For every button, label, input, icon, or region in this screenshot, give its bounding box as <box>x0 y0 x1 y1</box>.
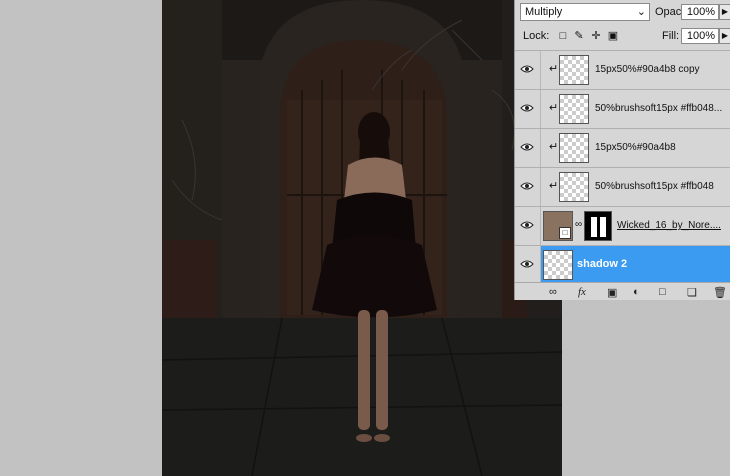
clipping-arrow-icon: ↵ <box>549 141 559 153</box>
layers-panel-footer: ∞ fx ▣ ◐ □ ❏ 🗑 <box>515 282 730 300</box>
blend-mode-select[interactable]: Multiply ⌄ <box>520 3 650 21</box>
blend-mode-value: Multiply <box>525 6 563 18</box>
eye-icon <box>520 143 534 151</box>
mask-link-icon[interactable]: ∞ <box>575 219 582 230</box>
layer-mask-thumbnail[interactable] <box>584 211 612 241</box>
layer-name[interactable]: 15px50%#90a4b8 <box>595 142 727 153</box>
eye-icon <box>520 104 534 112</box>
lock-all-icon[interactable]: ▣ <box>607 30 619 42</box>
layer-row[interactable]: □ ∞ Wicked_16_by_Nore.... <box>515 206 730 245</box>
layer-row[interactable]: ↵ 15px50%#90a4b8 <box>515 128 730 167</box>
visibility-toggle[interactable] <box>515 51 541 89</box>
fill-field[interactable]: 100% <box>681 28 719 44</box>
clipping-arrow-icon: ↵ <box>549 102 559 114</box>
clipping-arrow-icon: ↵ <box>549 63 559 75</box>
layer-row-selected[interactable]: shadow 2 <box>515 245 730 284</box>
layer-name[interactable]: 15px50%#90a4b8 copy <box>595 64 727 75</box>
group-folder-icon[interactable]: □ <box>659 286 666 298</box>
layer-name[interactable]: shadow 2 <box>577 258 727 270</box>
layer-thumbnail <box>559 133 589 163</box>
fill-slider-arrow-icon[interactable]: ▶ <box>719 28 730 44</box>
layer-thumbnail <box>559 55 589 85</box>
eye-icon <box>520 182 534 190</box>
visibility-toggle[interactable] <box>515 90 541 128</box>
lock-transparency-icon[interactable]: □ <box>557 30 569 42</box>
opacity-field[interactable]: 100% <box>681 4 719 20</box>
opacity-slider-arrow-icon[interactable]: ▶ <box>719 4 730 20</box>
chevron-down-icon: ⌄ <box>636 6 646 18</box>
eye-icon <box>520 260 534 268</box>
new-layer-icon[interactable]: ❏ <box>687 286 697 299</box>
layer-thumbnail <box>559 94 589 124</box>
lock-brush-icon[interactable]: ✎ <box>573 30 585 42</box>
adjustment-icon[interactable]: ◐ <box>633 286 640 298</box>
layer-row[interactable]: ↵ 50%brushsoft15px #ffb048 <box>515 167 730 206</box>
visibility-toggle[interactable] <box>515 246 541 284</box>
photo-image <box>162 0 562 476</box>
layers-panel: Multiply ⌄ Opacity: 100% ▶ Lock: □ ✎ ✛ ▣… <box>514 0 730 300</box>
visibility-toggle[interactable] <box>515 207 541 245</box>
trash-icon[interactable]: 🗑 <box>713 286 727 299</box>
layer-name[interactable]: 50%brushsoft15px #ffb048... <box>595 103 727 114</box>
eye-icon <box>520 221 534 229</box>
layer-row[interactable]: ↵ 50%brushsoft15px #ffb048... <box>515 89 730 128</box>
visibility-toggle[interactable] <box>515 129 541 167</box>
lock-label: Lock: <box>523 30 550 42</box>
mask-icon[interactable]: ▣ <box>607 286 617 299</box>
fx-icon[interactable]: fx <box>578 286 586 298</box>
clipping-arrow-icon: ↵ <box>549 180 559 192</box>
visibility-toggle[interactable] <box>515 168 541 206</box>
layer-thumbnail <box>559 172 589 202</box>
layer-name[interactable]: Wicked_16_by_Nore.... <box>617 220 729 231</box>
layer-name[interactable]: 50%brushsoft15px #ffb048 <box>595 181 727 192</box>
eye-icon <box>520 65 534 73</box>
link-icon[interactable]: ∞ <box>549 286 557 298</box>
fill-label: Fill: <box>662 30 680 42</box>
smart-object-badge-icon: □ <box>559 227 571 239</box>
layer-thumbnail <box>543 250 573 280</box>
lock-position-icon[interactable]: ✛ <box>590 30 602 42</box>
document-canvas[interactable] <box>162 0 562 476</box>
layer-row[interactable]: ↵ 15px50%#90a4b8 copy <box>515 50 730 89</box>
